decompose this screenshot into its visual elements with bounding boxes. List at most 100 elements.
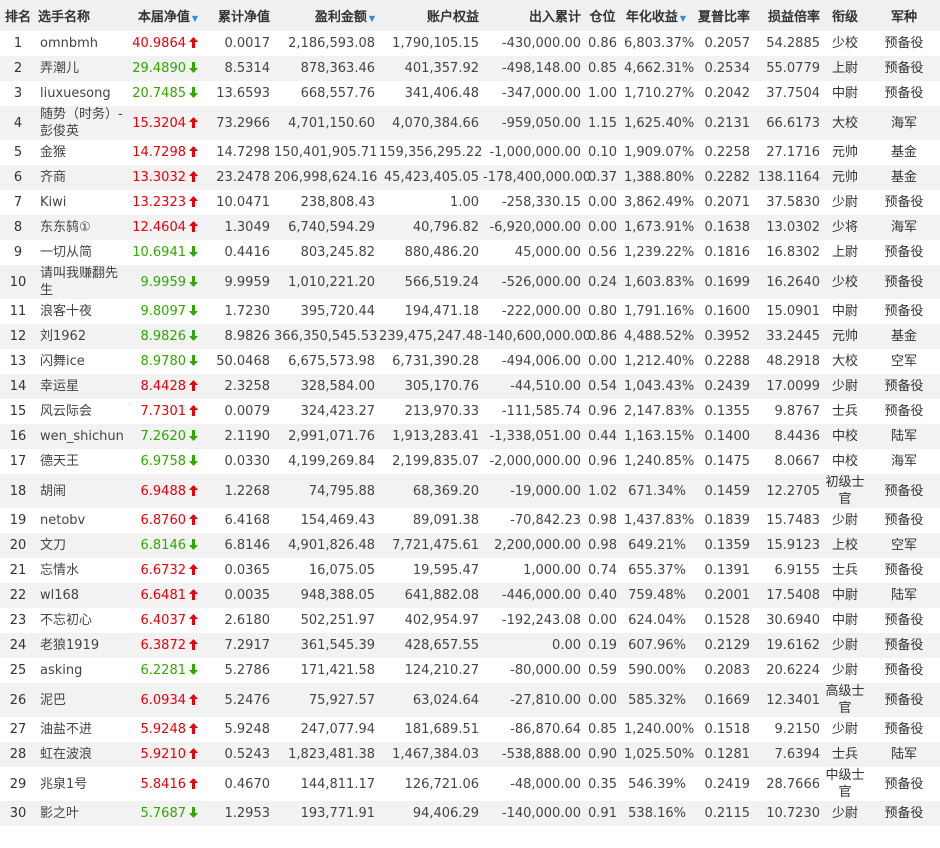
- table-row[interactable]: 2 弄潮儿 29.4890 8.5314 878,363.46 401,357.92 -49…: [0, 56, 940, 81]
- player-name[interactable]: 风云际会: [36, 399, 128, 424]
- sort-down-icon[interactable]: ▼: [680, 14, 686, 23]
- table-row[interactable]: 13 闪舞ice 8.9780 50.0468 6,675,573.98 6,731,39…: [0, 349, 940, 374]
- player-name-text[interactable]: 兆泉1号: [40, 777, 87, 792]
- player-name-text[interactable]: Kiwi: [40, 195, 66, 210]
- player-name[interactable]: 不忘初心: [36, 608, 128, 633]
- table-row[interactable]: 9 一切从简 10.6941 0.4416 803,245.82 880,486.20 45…: [0, 240, 940, 265]
- player-name-text[interactable]: 一切从简: [40, 245, 92, 260]
- sort-down-icon[interactable]: ▼: [369, 14, 375, 23]
- player-name[interactable]: 幸运星: [36, 374, 128, 399]
- player-name-text[interactable]: 请叫我赚翻先生: [40, 266, 118, 298]
- player-name[interactable]: 老狼1919: [36, 633, 128, 658]
- table-row[interactable]: 12 刘1962 8.9826 8.9826 366,350,545.53 239,475…: [0, 324, 940, 349]
- player-name[interactable]: 请叫我赚翻先生: [36, 265, 128, 299]
- table-row[interactable]: 20 文刀 6.8146 6.8146 4,901,826.48 7,721,475.61…: [0, 533, 940, 558]
- player-name[interactable]: 东东鸫①: [36, 215, 128, 240]
- table-row[interactable]: 29 兆泉1号 5.8416 0.4670 144,811.17 126,721.06 -4…: [0, 767, 940, 801]
- player-name-text[interactable]: 虹在波浪: [40, 747, 92, 762]
- table-row[interactable]: 4 随势（时务）-彭俊英 15.3204 73.2966 4,701,150.60 4,0…: [0, 106, 940, 140]
- player-name[interactable]: liuxuesong: [36, 81, 128, 106]
- player-name-text[interactable]: 闪舞ice: [40, 354, 85, 369]
- player-name-text[interactable]: 忘情水: [40, 563, 79, 578]
- table-row[interactable]: 28 虹在波浪 5.9210 0.5243 1,823,481.38 1,467,384.…: [0, 742, 940, 767]
- player-name-text[interactable]: 浪客十夜: [40, 304, 92, 319]
- player-name-text[interactable]: 影之叶: [40, 806, 79, 821]
- table-row[interactable]: 17 德天王 6.9758 0.0330 4,199,269.84 2,199,835.0…: [0, 449, 940, 474]
- header-annual[interactable]: 年化收益 ▼: [622, 0, 688, 31]
- header-nav[interactable]: 本届净值 ▼: [128, 0, 200, 31]
- player-name[interactable]: 兆泉1号: [36, 767, 128, 801]
- player-name[interactable]: 金猴: [36, 140, 128, 165]
- player-name[interactable]: 一切从简: [36, 240, 128, 265]
- player-name-text[interactable]: 风云际会: [40, 404, 92, 419]
- sharpe-ratio: 0.2282: [688, 165, 752, 190]
- player-name[interactable]: 文刀: [36, 533, 128, 558]
- table-row[interactable]: 6 齐商 13.3032 23.2478 206,998,624.16 45,423,40…: [0, 165, 940, 190]
- player-name-text[interactable]: liuxuesong: [40, 86, 111, 101]
- player-name-text[interactable]: 不忘初心: [40, 613, 92, 628]
- player-name-text[interactable]: 弄潮儿: [40, 61, 79, 76]
- table-row[interactable]: 7 Kiwi 13.2323 10.0471 238,808.43 1.00 -258,33…: [0, 190, 940, 215]
- player-name[interactable]: 闪舞ice: [36, 349, 128, 374]
- player-name[interactable]: 油盐不进: [36, 717, 128, 742]
- player-name-text[interactable]: 齐商: [40, 170, 66, 185]
- player-name[interactable]: netobv: [36, 508, 128, 533]
- player-name-text[interactable]: 泥巴: [40, 693, 66, 708]
- table-row[interactable]: 22 wl168 6.6481 0.0035 948,388.05 641,882.08 -…: [0, 583, 940, 608]
- table-row[interactable]: 18 胡闹 6.9488 1.2268 74,795.88 68,369.20 -19,00…: [0, 474, 940, 508]
- table-row[interactable]: 30 影之叶 5.7687 1.2953 193,771.91 94,406.29 -140…: [0, 801, 940, 826]
- table-row[interactable]: 25 asking 6.2281 5.2786 171,421.58 124,210.27…: [0, 658, 940, 683]
- player-name-text[interactable]: 油盐不进: [40, 722, 92, 737]
- player-name[interactable]: 浪客十夜: [36, 299, 128, 324]
- current-nav: 9.8097: [128, 299, 200, 324]
- player-name[interactable]: 刘1962: [36, 324, 128, 349]
- player-name-text[interactable]: 文刀: [40, 538, 66, 553]
- player-name-text[interactable]: 幸运星: [40, 379, 79, 394]
- player-name[interactable]: 胡闹: [36, 474, 128, 508]
- table-row[interactable]: 10 请叫我赚翻先生 9.9959 9.9959 1,010,221.20 566,519…: [0, 265, 940, 299]
- player-name[interactable]: 泥巴: [36, 683, 128, 717]
- header-profit[interactable]: 盈利金额 ▼: [272, 0, 377, 31]
- sort-down-icon[interactable]: ▼: [192, 14, 198, 23]
- table-row[interactable]: 8 东东鸫① 12.4604 1.3049 6,740,594.29 40,796.82-…: [0, 215, 940, 240]
- player-name[interactable]: wen_shichun: [36, 424, 128, 449]
- player-name-text[interactable]: 金猴: [40, 145, 66, 160]
- table-row[interactable]: 21 忘情水 6.6732 0.0365 16,075.05 19,595.47 1,000…: [0, 558, 940, 583]
- player-name-text[interactable]: wl168: [40, 588, 79, 603]
- player-name-text[interactable]: 德天王: [40, 454, 79, 469]
- table-row[interactable]: 27 油盐不进 5.9248 5.9248 247,077.94 181,689.51 -8…: [0, 717, 940, 742]
- player-name-text[interactable]: 老狼1919: [40, 638, 99, 653]
- player-name[interactable]: 弄潮儿: [36, 56, 128, 81]
- player-name[interactable]: asking: [36, 658, 128, 683]
- table-row[interactable]: 26 泥巴 6.0934 5.2476 75,927.57 63,024.64 -27,81…: [0, 683, 940, 717]
- table-row[interactable]: 24 老狼1919 6.3872 7.2917 361,545.39 428,657.55…: [0, 633, 940, 658]
- player-name-text[interactable]: omnbmh: [40, 36, 98, 51]
- table-row[interactable]: 1 omnbmh 40.9864 0.0017 2,186,593.08 1,790,10…: [0, 31, 940, 56]
- table-row[interactable]: 3 liuxuesong 20.7485 13.6593 668,557.76 341,4…: [0, 81, 940, 106]
- table-row[interactable]: 11 浪客十夜 9.8097 1.7230 395,720.44 194,471.18 -2…: [0, 299, 940, 324]
- table-row[interactable]: 16 wen_shichun 7.2620 2.1190 2,991,071.76 1,9…: [0, 424, 940, 449]
- player-name[interactable]: 德天王: [36, 449, 128, 474]
- table-row[interactable]: 15 风云际会 7.7301 0.0079 324,423.27 213,970.33 -1…: [0, 399, 940, 424]
- player-name[interactable]: 虹在波浪: [36, 742, 128, 767]
- service-branch-text: 海军: [890, 115, 917, 131]
- player-name-text[interactable]: 随势（时务）-彭俊英: [40, 107, 123, 139]
- player-name-text[interactable]: 刘1962: [40, 329, 86, 344]
- player-name-text[interactable]: netobv: [40, 513, 85, 528]
- player-name[interactable]: 随势（时务）-彭俊英: [36, 106, 128, 140]
- position: 0.44: [583, 424, 622, 449]
- table-row[interactable]: 14 幸运星 8.4428 2.3258 328,584.00 305,170.76 -44…: [0, 374, 940, 399]
- table-row[interactable]: 5 金猴 14.7298 14.7298 150,401,905.71 159,356,2…: [0, 140, 940, 165]
- table-row[interactable]: 23 不忘初心 6.4037 2.6180 502,251.97 402,954.97 -1…: [0, 608, 940, 633]
- player-name[interactable]: 忘情水: [36, 558, 128, 583]
- table-row[interactable]: 19 netobv 6.8760 6.4168 154,469.43 89,091.38 -…: [0, 508, 940, 533]
- player-name[interactable]: 齐商: [36, 165, 128, 190]
- player-name-text[interactable]: asking: [40, 663, 82, 678]
- player-name[interactable]: Kiwi: [36, 190, 128, 215]
- player-name[interactable]: wl168: [36, 583, 128, 608]
- player-name-text[interactable]: wen_shichun: [40, 429, 124, 444]
- player-name-text[interactable]: 东东鸫①: [40, 220, 91, 235]
- player-name-text[interactable]: 胡闹: [40, 484, 66, 499]
- player-name[interactable]: omnbmh: [36, 31, 128, 56]
- player-name[interactable]: 影之叶: [36, 801, 128, 826]
